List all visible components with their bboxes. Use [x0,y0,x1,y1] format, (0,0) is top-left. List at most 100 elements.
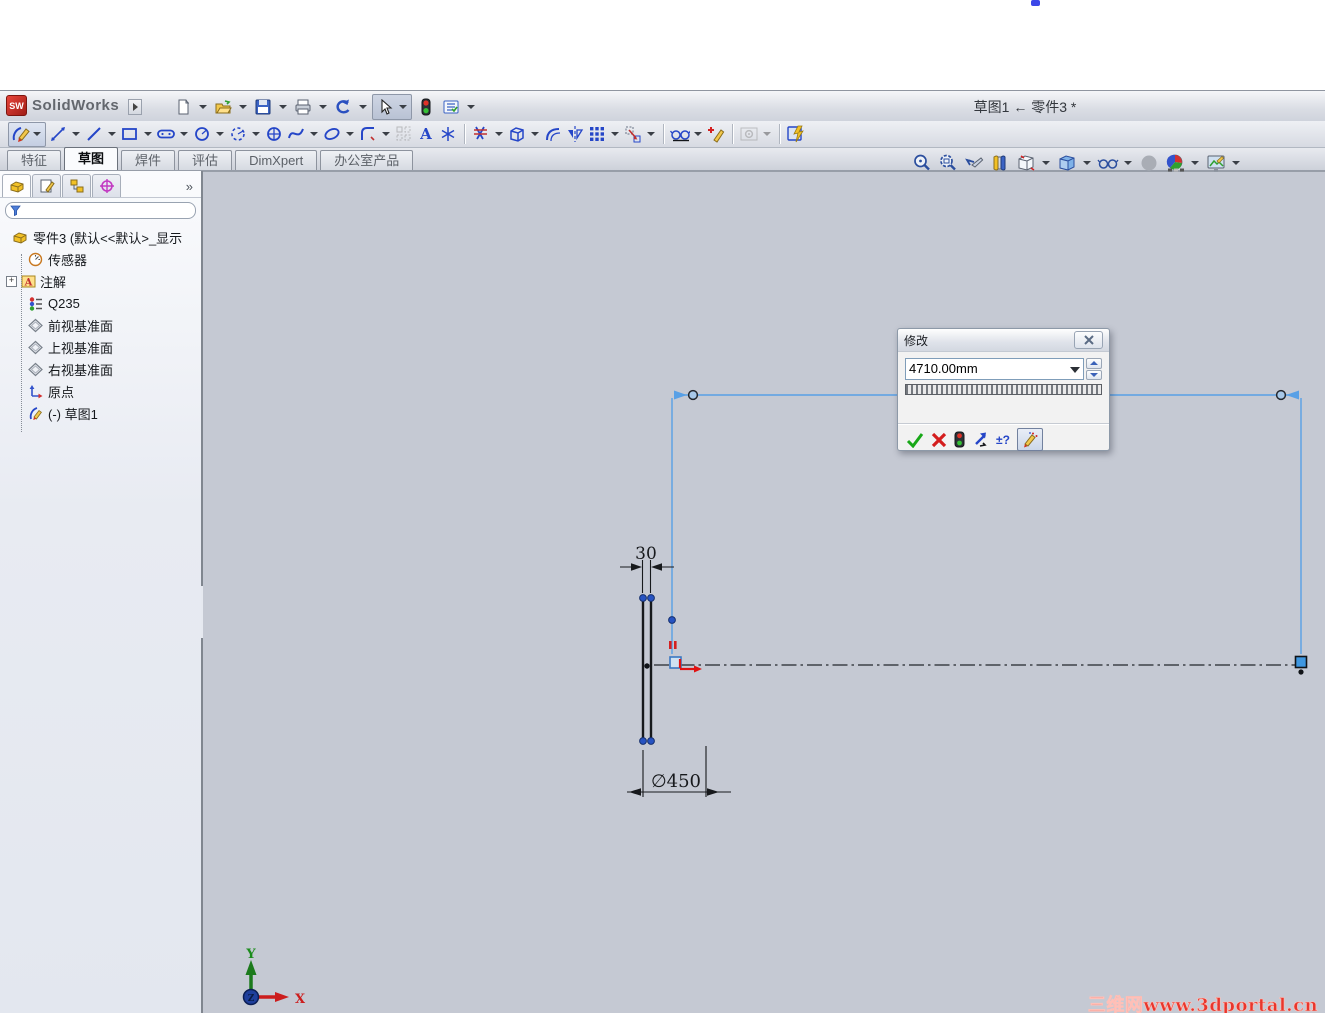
centerline-endpoint-handle[interactable] [1294,655,1308,669]
tree-item-sketch1[interactable]: (-) 草图1 [0,402,201,424]
spline-dropdown-icon[interactable] [310,132,318,136]
thumbwheel[interactable] [905,384,1102,395]
print-dropdown-icon[interactable] [319,105,327,109]
dimxpert-manager-tab[interactable] [92,174,121,197]
shadow-sphere-button[interactable] [1137,151,1160,174]
convert-entities-dropdown-icon[interactable] [531,132,539,136]
pattern-button[interactable] [394,124,414,144]
extension-point[interactable] [668,616,676,624]
edit-appearance-dropdown-icon[interactable] [1191,160,1199,165]
tree-item-part[interactable]: 零件3 (默认<<默认>_显示 [0,226,201,248]
hide-show-dropdown-icon[interactable] [1124,160,1132,165]
previous-view-button[interactable] [962,151,985,174]
circle-dropdown-icon[interactable] [216,132,224,136]
value-dropdown-icon[interactable] [1070,367,1080,373]
filter-input[interactable] [24,204,195,217]
value-spinner[interactable] [1086,358,1102,380]
save-button[interactable] [252,96,274,118]
move-entities-dropdown-icon[interactable] [647,132,655,136]
line-dropdown-icon[interactable] [108,132,116,136]
linear-pattern-dropdown-icon[interactable] [611,132,619,136]
options-button[interactable] [440,96,462,118]
menu-flyout-arrow-icon[interactable] [128,99,142,115]
linear-pattern-button[interactable] [587,124,607,144]
line-button[interactable] [84,124,104,144]
rebuild-button[interactable] [415,96,437,118]
cancel-button[interactable] [931,432,947,448]
offset-entities-button[interactable] [543,124,563,144]
rectangle-dropdown-icon[interactable] [144,132,152,136]
sketch-fillet-button[interactable] [358,124,378,144]
edit-appearance-button[interactable] [1163,151,1186,174]
view-orientation-dropdown-icon[interactable] [1042,160,1050,165]
spin-up-button[interactable] [1086,358,1102,369]
tree-item-origin[interactable]: 原点 [0,380,201,402]
tab-dimxpert[interactable]: DimXpert [235,150,318,170]
save-dropdown-icon[interactable] [279,105,287,109]
undo-button[interactable] [332,96,354,118]
tab-office-products[interactable]: 办公室产品 [320,150,414,170]
tab-sketch[interactable]: 草图 [64,147,119,170]
sketch-dropdown-icon[interactable] [33,132,41,136]
spin-down-button[interactable] [1086,369,1102,380]
shaded-sketch-contours-button[interactable] [786,124,806,144]
property-manager-tab[interactable] [32,174,61,197]
panel-tabs-more[interactable]: » [186,179,199,197]
width-dimension[interactable]: 30 [620,544,674,593]
dimension-value-input[interactable] [906,359,1062,377]
reverse-direction-button[interactable] [972,431,989,448]
graphics-area[interactable]: 30 ∅450 Y X Z 三维网www.3dportal.cn [203,171,1325,1015]
tree-item-sensors[interactable]: 传感器 [0,248,201,270]
dim-handle-left[interactable] [687,389,699,401]
spline-button[interactable] [286,124,306,144]
title-bar[interactable]: SW SolidWorks 草图1 ← 零件3 * [0,91,1325,122]
display-relations-button[interactable] [670,124,690,144]
hide-show-items-button[interactable] [1096,151,1119,174]
dim-handle-right[interactable] [1275,389,1287,401]
instant-2d-dropdown-icon[interactable] [763,132,771,136]
open-dropdown-icon[interactable] [239,105,247,109]
point-button[interactable] [438,124,458,144]
arc-button[interactable] [228,124,248,144]
midpoint[interactable] [644,663,650,669]
dimension-value-field[interactable] [905,358,1084,380]
select-button[interactable] [375,96,397,118]
tree-item-top-plane[interactable]: 上视基准面 [0,336,201,358]
tree-item-material[interactable]: Q235 [0,292,201,314]
accept-button[interactable] [906,432,924,448]
tab-weldments[interactable]: 焊件 [121,150,176,170]
instant-2d-button[interactable] [739,124,759,144]
slot-button[interactable] [156,124,176,144]
apply-scene-button[interactable] [1204,151,1227,174]
convert-entities-button[interactable] [507,124,527,144]
zoom-to-fit-button[interactable] [910,151,933,174]
sketch-lines[interactable] [641,599,653,740]
trim-entities-button[interactable] [471,124,491,144]
circle-button[interactable] [192,124,212,144]
configuration-manager-tab[interactable] [62,174,91,197]
fillet-dropdown-icon[interactable] [382,132,390,136]
ellipse-dropdown-icon[interactable] [346,132,354,136]
add-relation-button[interactable] [706,124,726,144]
tree-filter[interactable] [5,202,196,219]
expand-icon[interactable]: + [6,275,17,287]
modify-dialog-titlebar[interactable]: 修改 [898,329,1109,352]
select-dropdown-icon[interactable] [399,105,407,109]
sketch-text-button[interactable]: A [416,124,436,144]
tree-item-right-plane[interactable]: 右视基准面 [0,358,201,380]
polygon-button[interactable] [264,124,284,144]
centerline-endpoint[interactable] [1298,669,1304,675]
arc-dropdown-icon[interactable] [252,132,260,136]
tab-features[interactable]: 特征 [7,150,62,170]
tree-item-annotations[interactable]: + A 注解 [0,270,201,292]
tab-evaluate[interactable]: 评估 [178,150,233,170]
trim-dropdown-icon[interactable] [495,132,503,136]
rebuild-button-dialog[interactable] [954,431,965,448]
print-button[interactable] [292,96,314,118]
dimension-wand-button[interactable] [1016,428,1043,451]
sketch-button[interactable] [8,121,46,147]
zoom-to-area-button[interactable] [936,151,959,174]
new-document-button[interactable] [172,96,194,118]
ellipse-button[interactable] [322,124,342,144]
apply-scene-dropdown-icon[interactable] [1232,160,1240,165]
